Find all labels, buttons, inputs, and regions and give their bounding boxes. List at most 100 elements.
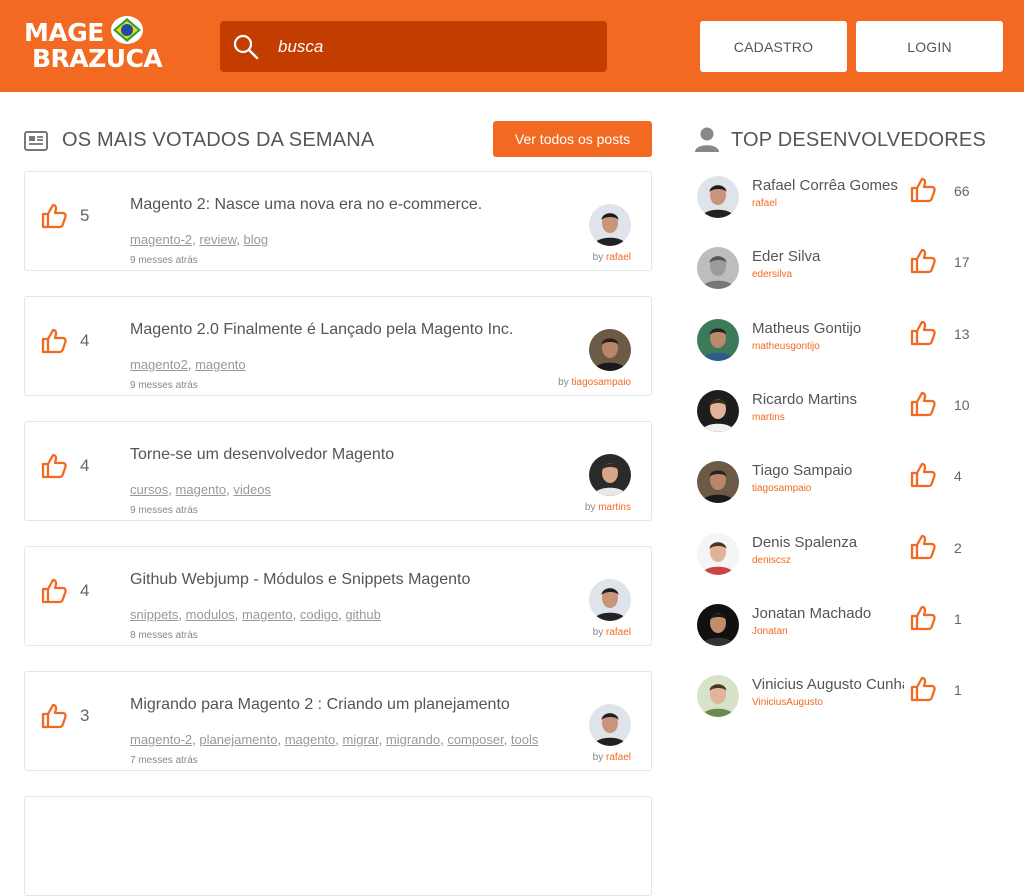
tag-link[interactable]: magento xyxy=(176,482,227,497)
developer-vote-count: 4 xyxy=(954,468,962,485)
tag-link[interactable]: blog xyxy=(243,232,268,247)
author-link[interactable]: rafael xyxy=(606,252,631,263)
thumbs-up-icon[interactable] xyxy=(40,327,68,355)
tag-link[interactable]: magento2 xyxy=(130,357,188,372)
logo-text-line2: BRAZUCA xyxy=(32,44,163,73)
author-link[interactable]: rafael xyxy=(606,627,631,638)
developer-item[interactable]: Eder Silva edersilva 17 xyxy=(696,244,996,290)
thumbs-up-icon[interactable] xyxy=(40,202,68,230)
thumbs-up-icon xyxy=(909,176,937,204)
post-title[interactable]: Migrando para Magento 2 : Criando um pla… xyxy=(130,696,510,714)
developer-username[interactable]: tiagosampaio xyxy=(752,483,811,494)
search-bar[interactable] xyxy=(220,21,607,72)
tag-link[interactable]: magento xyxy=(285,732,336,747)
newspaper-icon xyxy=(24,131,48,151)
post-title[interactable]: Magento 2.0 Finalmente é Lançado pela Ma… xyxy=(130,321,513,339)
post-card[interactable]: 4 Magento 2.0 Finalmente é Lançado pela … xyxy=(24,296,652,396)
developer-avatar[interactable] xyxy=(697,176,739,218)
developer-item[interactable]: Tiago Sampaio tiagosampaio 4 xyxy=(696,458,996,504)
by-label: by xyxy=(558,377,569,388)
developer-avatar[interactable] xyxy=(697,318,739,361)
tag-link[interactable]: github xyxy=(345,607,380,622)
author-link[interactable]: rafael xyxy=(606,752,631,763)
tag-link[interactable]: composer xyxy=(447,732,503,747)
cadastro-button[interactable]: CADASTRO xyxy=(700,21,847,72)
post-time: 9 messes atrás xyxy=(130,380,198,391)
developer-name[interactable]: Denis Spalenza xyxy=(752,534,904,551)
tag-link[interactable]: snippets xyxy=(130,607,178,622)
tag-link[interactable]: planejamento xyxy=(199,732,277,747)
thumbs-up-icon[interactable] xyxy=(40,577,68,605)
post-vote-count: 5 xyxy=(80,206,90,225)
search-input[interactable] xyxy=(278,21,598,72)
developer-avatar[interactable] xyxy=(697,675,739,718)
author-avatar[interactable] xyxy=(589,579,631,621)
author-avatar[interactable] xyxy=(589,204,631,246)
post-card[interactable]: 5 Magento 2: Nasce uma nova era no e-com… xyxy=(24,171,652,271)
tag-link[interactable]: migrando xyxy=(386,732,440,747)
author-avatar[interactable] xyxy=(589,454,631,496)
post-tags: magento-2, review, blog xyxy=(130,232,269,247)
author-avatar[interactable] xyxy=(589,704,631,746)
tag-link[interactable]: codigo xyxy=(300,607,338,622)
developer-name[interactable]: Jonatan Machado xyxy=(752,605,904,622)
post-time: 7 messes atrás xyxy=(130,755,198,766)
tag-link[interactable]: migrar xyxy=(343,732,379,747)
developer-item[interactable]: Vinicius Augusto Cunha ViniciusAugusto 1 xyxy=(696,672,996,718)
developer-name[interactable]: Rafael Corrêa Gomes xyxy=(752,177,904,194)
view-all-posts-button[interactable]: Ver todos os posts xyxy=(493,121,652,157)
developer-username[interactable]: deniscsz xyxy=(752,555,791,566)
developer-avatar[interactable] xyxy=(697,603,739,646)
developer-item[interactable]: Denis Spalenza deniscsz 2 xyxy=(696,530,996,575)
thumbs-up-icon xyxy=(909,675,937,703)
thumbs-up-icon xyxy=(909,390,937,418)
developer-vote-count: 17 xyxy=(954,254,970,271)
developer-avatar[interactable] xyxy=(697,247,739,290)
developer-item[interactable]: Rafael Corrêa Gomes rafael 66 xyxy=(696,173,996,218)
developer-username[interactable]: matheusgontijo xyxy=(752,341,820,352)
post-card[interactable]: 3 Migrando para Magento 2 : Criando um p… xyxy=(24,671,652,771)
developer-name[interactable]: Tiago Sampaio xyxy=(752,462,904,479)
thumbs-up-icon[interactable] xyxy=(40,452,68,480)
tag-link[interactable]: magento xyxy=(195,357,246,372)
tag-link[interactable]: modulos xyxy=(186,607,235,622)
by-label: by xyxy=(592,252,604,263)
site-logo[interactable]: MAGE BRAZUCA xyxy=(24,14,163,74)
tag-link[interactable]: videos xyxy=(233,482,271,497)
author-link[interactable]: tiagosampaio xyxy=(572,377,631,388)
tag-link[interactable]: cursos xyxy=(130,482,168,497)
author-link[interactable]: martins xyxy=(598,502,631,513)
login-button[interactable]: LOGIN xyxy=(856,21,1003,72)
search-icon[interactable] xyxy=(232,33,260,61)
developer-username[interactable]: ViniciusAugusto xyxy=(752,697,823,708)
developer-avatar[interactable] xyxy=(697,532,739,575)
post-title[interactable]: Torne-se um desenvolvedor Magento xyxy=(130,446,394,464)
tag-link[interactable]: tools xyxy=(511,732,538,747)
developer-item[interactable]: Matheus Gontijo matheusgontijo 13 xyxy=(696,316,996,361)
developer-name[interactable]: Vinicius Augusto Cunha xyxy=(752,676,904,693)
post-title[interactable]: Github Webjump - Módulos e Snippets Mage… xyxy=(130,571,470,589)
thumbs-up-icon[interactable] xyxy=(40,702,68,730)
post-card-partial[interactable] xyxy=(24,796,652,896)
developer-username[interactable]: edersilva xyxy=(752,269,792,280)
developer-username[interactable]: rafael xyxy=(752,198,777,209)
post-card[interactable]: 4 Github Webjump - Módulos e Snippets Ma… xyxy=(24,546,652,646)
tag-link[interactable]: magento-2 xyxy=(130,232,192,247)
tag-link[interactable]: magento-2 xyxy=(130,732,192,747)
developer-avatar[interactable] xyxy=(697,389,739,432)
by-label: by xyxy=(592,627,604,638)
post-card[interactable]: 4 Torne-se um desenvolvedor Magento curs… xyxy=(24,421,652,521)
tag-link[interactable]: review xyxy=(199,232,236,247)
developer-name[interactable]: Matheus Gontijo xyxy=(752,320,904,337)
developer-item[interactable]: Jonatan Machado Jonatan 1 xyxy=(696,601,996,646)
developer-username[interactable]: martins xyxy=(752,412,785,423)
developer-name[interactable]: Eder Silva xyxy=(752,248,904,265)
post-title[interactable]: Magento 2: Nasce uma nova era no e-comme… xyxy=(130,196,482,214)
developer-name[interactable]: Ricardo Martins xyxy=(752,391,904,408)
author-avatar[interactable] xyxy=(589,329,631,371)
tag-link[interactable]: magento xyxy=(242,607,293,622)
developer-avatar[interactable] xyxy=(697,461,739,504)
thumbs-up-icon xyxy=(909,533,937,561)
developer-username[interactable]: Jonatan xyxy=(752,626,788,637)
developer-item[interactable]: Ricardo Martins martins 10 xyxy=(696,387,996,432)
